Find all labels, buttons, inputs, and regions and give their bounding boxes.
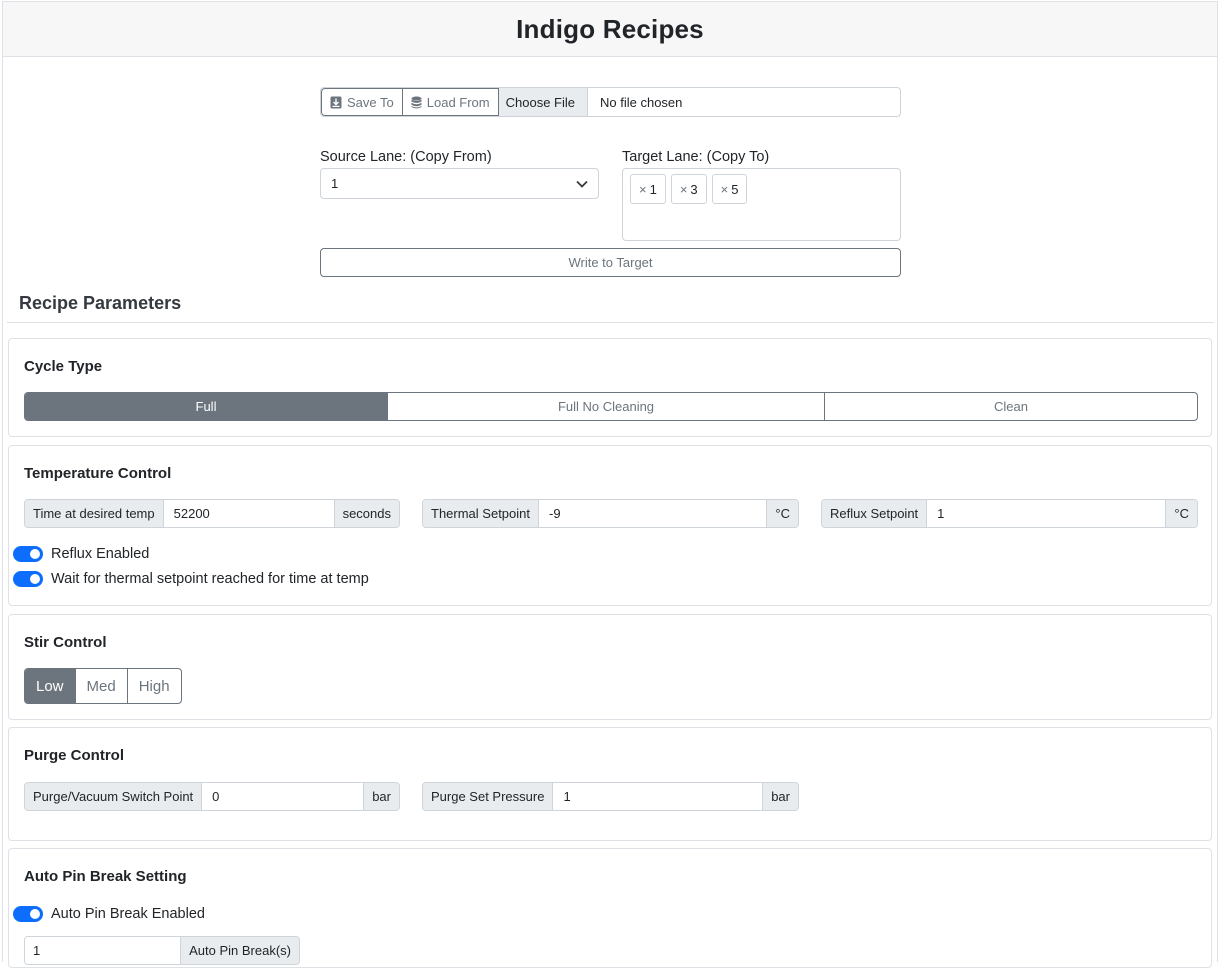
remove-icon[interactable]: × xyxy=(639,182,647,197)
target-chip-label: 3 xyxy=(690,181,698,197)
purge-switch-point-input[interactable]: 0 xyxy=(202,783,364,810)
wait-thermal-row: Wait for thermal setpoint reached for ti… xyxy=(13,571,369,587)
cycle-type-title: Cycle Type xyxy=(24,358,103,375)
auto-pin-break-card: Auto Pin Break Setting Auto Pin Break En… xyxy=(8,848,1212,968)
load-from-label: Load From xyxy=(426,94,490,110)
time-at-temp-label: Time at desired temp xyxy=(25,500,164,527)
download-icon xyxy=(330,96,342,109)
target-chip-label: 5 xyxy=(731,181,739,197)
reflux-setpoint-label: Reflux Setpoint xyxy=(822,500,928,527)
auto-pin-break-row: Auto Pin Break Enabled xyxy=(13,906,205,922)
purge-pressure-label: Purge Set Pressure xyxy=(423,783,554,810)
remove-icon[interactable]: × xyxy=(680,182,688,197)
thermal-setpoint-group: Thermal Setpoint -9 °C xyxy=(422,499,799,528)
page: Indigo Recipes Save To Load From Choose … xyxy=(2,1,1218,968)
target-lane-label: Target Lane: (Copy To) xyxy=(622,149,770,165)
target-chip[interactable]: × 3 xyxy=(670,174,707,204)
auto-pin-break-count-label: Auto Pin Break(s) xyxy=(180,937,299,964)
save-to-button[interactable]: Save To xyxy=(321,88,403,116)
purge-control-title: Purge Control xyxy=(24,747,124,764)
purge-switch-point-unit: bar xyxy=(363,783,399,810)
auto-pin-break-toggle[interactable] xyxy=(13,906,43,922)
target-lane-multiselect[interactable]: × 1 × 3 × 5 xyxy=(622,168,901,241)
stir-speed-selector: Low Med High xyxy=(24,668,182,704)
thermal-setpoint-unit: °C xyxy=(766,500,798,527)
thermal-setpoint-label: Thermal Setpoint xyxy=(423,500,539,527)
file-bar: Save To Load From Choose File No file ch… xyxy=(320,87,901,117)
section-divider xyxy=(7,322,1214,323)
cycle-option-full[interactable]: Full xyxy=(25,393,387,420)
choose-file-button[interactable]: Choose File xyxy=(498,88,588,116)
reflux-setpoint-group: Reflux Setpoint 1 °C xyxy=(821,499,1198,528)
page-header: Indigo Recipes xyxy=(3,1,1217,57)
stir-option-high[interactable]: High xyxy=(126,669,181,703)
purge-pressure-input[interactable]: 1 xyxy=(553,783,763,810)
wait-thermal-label: Wait for thermal setpoint reached for ti… xyxy=(51,571,369,587)
write-to-target-button[interactable]: Write to Target xyxy=(320,248,901,277)
thermal-setpoint-input[interactable]: -9 xyxy=(539,500,767,527)
reflux-setpoint-input[interactable]: 1 xyxy=(927,500,1166,527)
file-name-display: No file chosen xyxy=(600,94,683,110)
cycle-type-selector: Full Full No Cleaning Clean xyxy=(24,392,1198,421)
page-title: Indigo Recipes xyxy=(516,13,704,44)
purge-switch-point-label: Purge/Vacuum Switch Point xyxy=(25,783,203,810)
purge-pressure-unit: bar xyxy=(762,783,798,810)
source-lane-select[interactable]: 1 xyxy=(320,168,599,199)
target-chip-label: 1 xyxy=(649,181,657,197)
cycle-option-full-no-cleaning[interactable]: Full No Cleaning xyxy=(387,393,824,420)
source-lane-value: 1 xyxy=(331,176,339,191)
remove-icon[interactable]: × xyxy=(721,182,729,197)
source-lane-label: Source Lane: (Copy From) xyxy=(320,149,492,165)
chevron-down-icon xyxy=(576,180,588,188)
target-chip[interactable]: × 5 xyxy=(711,174,748,204)
purge-control-card: Purge Control Purge/Vacuum Switch Point … xyxy=(8,727,1212,841)
save-to-label: Save To xyxy=(347,94,394,110)
auto-pin-break-count-group: 1 Auto Pin Break(s) xyxy=(24,936,300,965)
database-icon xyxy=(411,96,422,109)
reflux-enabled-row: Reflux Enabled xyxy=(13,546,149,562)
wait-thermal-toggle[interactable] xyxy=(13,571,43,587)
recipe-parameters-heading: Recipe Parameters xyxy=(19,293,182,313)
reflux-enabled-label: Reflux Enabled xyxy=(51,546,150,562)
cycle-type-card: Cycle Type Full Full No Cleaning Clean xyxy=(8,338,1212,437)
time-at-temp-unit: seconds xyxy=(333,500,399,527)
time-at-temp-group: Time at desired temp 52200 seconds xyxy=(24,499,400,528)
auto-pin-break-count-input[interactable]: 1 xyxy=(25,937,181,964)
load-from-button[interactable]: Load From xyxy=(402,88,499,116)
purge-switch-point-group: Purge/Vacuum Switch Point 0 bar xyxy=(24,782,400,811)
stir-control-title: Stir Control xyxy=(24,634,107,651)
cycle-option-clean[interactable]: Clean xyxy=(824,393,1197,420)
time-at-temp-input[interactable]: 52200 xyxy=(163,500,334,527)
temperature-control-card: Temperature Control Time at desired temp… xyxy=(8,445,1212,606)
purge-pressure-group: Purge Set Pressure 1 bar xyxy=(422,782,799,811)
target-chip[interactable]: × 1 xyxy=(630,174,666,204)
auto-pin-break-label: Auto Pin Break Enabled xyxy=(51,906,205,922)
stir-option-low[interactable]: Low xyxy=(25,669,75,703)
reflux-enabled-toggle[interactable] xyxy=(13,546,43,562)
temperature-control-title: Temperature Control xyxy=(24,465,172,482)
stir-option-med[interactable]: Med xyxy=(74,669,127,703)
stir-control-card: Stir Control Low Med High xyxy=(8,614,1212,720)
auto-pin-break-title: Auto Pin Break Setting xyxy=(24,868,187,885)
reflux-setpoint-unit: °C xyxy=(1165,500,1197,527)
